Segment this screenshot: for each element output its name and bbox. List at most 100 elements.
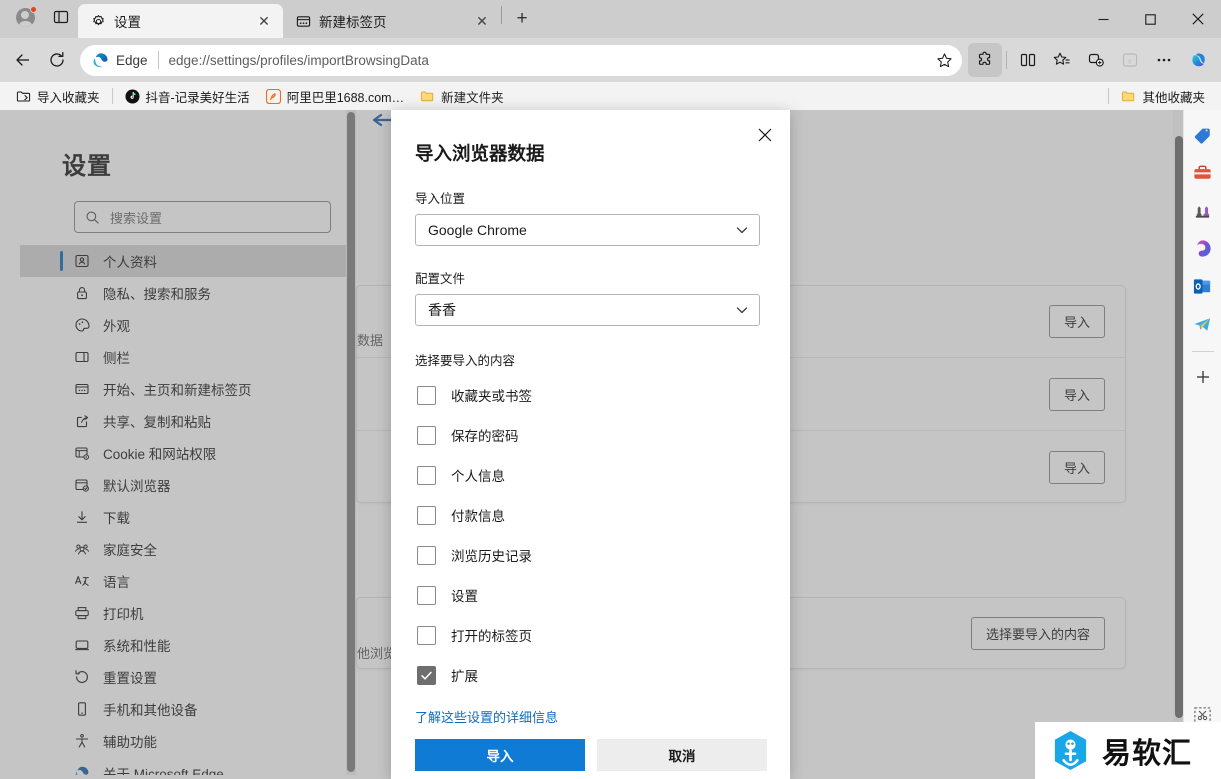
search-settings-input[interactable]: 搜索设置 bbox=[74, 201, 331, 233]
favorites-button[interactable] bbox=[1045, 43, 1079, 77]
profile-avatar-button[interactable] bbox=[8, 2, 42, 32]
sidebar-scrollbar-thumb[interactable] bbox=[347, 112, 355, 772]
checkbox-row-open-tabs[interactable]: 打开的标签页 bbox=[417, 615, 790, 655]
reload-icon bbox=[50, 51, 64, 67]
maximize-button[interactable] bbox=[1127, 0, 1174, 38]
checkbox[interactable] bbox=[417, 505, 436, 525]
copilot-button[interactable] bbox=[1181, 43, 1215, 77]
close-dialog-button[interactable] bbox=[750, 120, 780, 150]
checkbox-row-settings[interactable]: 设置 bbox=[417, 575, 790, 615]
confirm-import-button[interactable]: 导入 bbox=[415, 739, 585, 771]
sidebar-item-accessibility[interactable]: 辅助功能 bbox=[20, 725, 346, 757]
checkbox-row-passwords[interactable]: 保存的密码 bbox=[417, 415, 790, 455]
bookmark-douyin[interactable]: 抖音-记录美好生活 bbox=[117, 84, 258, 109]
select-items-label: 选择要导入的内容 bbox=[415, 354, 516, 368]
sidebar-item-about-edge[interactable]: 关于 Microsoft Edge bbox=[20, 757, 346, 775]
bookmark-other-favorites[interactable]: 其他收藏夹 bbox=[1113, 84, 1213, 109]
add-favorite-button[interactable] bbox=[930, 46, 958, 74]
gear-icon bbox=[93, 14, 104, 25]
choose-what-to-import-button[interactable]: 选择要导入的内容 bbox=[970, 616, 1105, 650]
sidebar-item-phone-devices[interactable]: 手机和其他设备 bbox=[20, 693, 346, 725]
sidebar-item-appearance[interactable]: 外观 bbox=[20, 309, 346, 341]
tab-settings[interactable]: 设置 ✕ bbox=[78, 4, 283, 38]
close-window-button[interactable] bbox=[1174, 0, 1221, 38]
sidebar-item-label: 重置设置 bbox=[103, 671, 157, 686]
import-button[interactable]: 导入 bbox=[1048, 305, 1105, 338]
sidebar-scrollbar[interactable] bbox=[346, 110, 356, 775]
address-bar[interactable]: Edge edge://settings/profiles/importBrow… bbox=[80, 44, 962, 76]
checkbox[interactable] bbox=[417, 425, 436, 445]
new-tab-button[interactable]: + bbox=[506, 4, 538, 34]
checkbox-row-favorites[interactable]: 收藏夹或书签 bbox=[417, 375, 790, 415]
copilot-icon bbox=[1191, 52, 1205, 66]
tab-title: 设置 bbox=[114, 15, 141, 30]
add-sidebar-app-button[interactable] bbox=[1187, 361, 1219, 393]
bookmark-new-folder[interactable]: 新建文件夹 bbox=[412, 84, 512, 109]
page-scrollbar[interactable] bbox=[1173, 110, 1183, 775]
tab-newtab[interactable]: 新建标签页 ✕ bbox=[283, 4, 501, 38]
sidebar-item-profile[interactable]: 个人资料 bbox=[20, 245, 346, 277]
telegram-icon[interactable] bbox=[1187, 308, 1219, 340]
page-scrollbar-thumb[interactable] bbox=[1175, 136, 1183, 718]
tab-close-button[interactable]: ✕ bbox=[253, 10, 275, 32]
minimize-button[interactable] bbox=[1080, 0, 1127, 38]
tab-actions-button[interactable] bbox=[44, 2, 78, 32]
games-icon[interactable] bbox=[1187, 194, 1219, 226]
sidebar-item-label: 默认浏览器 bbox=[103, 479, 171, 494]
checkbox-row-history[interactable]: 浏览历史记录 bbox=[417, 535, 790, 575]
download-icon bbox=[74, 509, 90, 525]
sidebar-item-cookies-permissions[interactable]: Cookie 和网站权限 bbox=[20, 437, 346, 469]
profile-select[interactable]: 香香 bbox=[415, 294, 760, 326]
ie-mode-button[interactable]: e bbox=[1113, 43, 1147, 77]
sidebar-item-sidebar[interactable]: 侧栏 bbox=[20, 341, 346, 373]
split-screen-button[interactable] bbox=[1011, 43, 1045, 77]
sidebar-item-share-copy-paste[interactable]: 共享、复制和粘贴 bbox=[20, 405, 346, 437]
sidebar-item-default-browser[interactable]: 默认浏览器 bbox=[20, 469, 346, 501]
checkbox-row-personal-info[interactable]: 个人信息 bbox=[417, 455, 790, 495]
more-options-button[interactable] bbox=[1147, 43, 1181, 77]
checkbox[interactable] bbox=[417, 545, 436, 565]
sidebar-item-privacy[interactable]: 隐私、搜索和服务 bbox=[20, 277, 346, 309]
sidebar-item-printers[interactable]: 打印机 bbox=[20, 597, 346, 629]
microsoft365-icon[interactable] bbox=[1187, 232, 1219, 264]
checkbox[interactable] bbox=[417, 465, 436, 485]
import-button[interactable]: 导入 bbox=[1048, 377, 1105, 411]
bookmarks-bar-right: 其他收藏夹 bbox=[1104, 84, 1213, 109]
chevron-down-icon bbox=[736, 227, 748, 234]
favorites-list-icon bbox=[1053, 52, 1070, 65]
sidebar-item-label: 隐私、搜索和服务 bbox=[103, 287, 211, 302]
sidebar-item-downloads[interactable]: 下载 bbox=[20, 501, 346, 533]
sidebar-item-system-performance[interactable]: 系统和性能 bbox=[20, 629, 346, 661]
checkbox[interactable] bbox=[417, 625, 436, 645]
checkbox[interactable] bbox=[417, 585, 436, 605]
learn-more-link[interactable]: 了解这些设置的详细信息 bbox=[415, 707, 558, 726]
outlook-icon[interactable] bbox=[1187, 270, 1219, 302]
tab-close-button[interactable]: ✕ bbox=[471, 10, 493, 32]
sidebar-item-languages[interactable]: 语言 bbox=[20, 565, 346, 597]
home-icon bbox=[74, 381, 90, 397]
extensions-button[interactable] bbox=[968, 43, 1002, 77]
reload-button[interactable] bbox=[40, 43, 74, 77]
import-source-select[interactable]: Google Chrome bbox=[415, 214, 760, 246]
shopping-tag-icon[interactable] bbox=[1187, 118, 1219, 150]
cancel-button[interactable]: 取消 bbox=[597, 739, 767, 771]
bookmark-alibaba[interactable]: 阿里巴里1688.com… bbox=[258, 84, 412, 109]
checkbox-row-payment-info[interactable]: 付款信息 bbox=[417, 495, 790, 535]
palette-icon bbox=[74, 317, 90, 333]
toolbox-icon[interactable] bbox=[1187, 156, 1219, 188]
sidebar-item-reset-settings[interactable]: 重置设置 bbox=[20, 661, 346, 693]
bookmark-import-favorites[interactable]: 导入收藏夹 bbox=[8, 84, 108, 109]
sidebar-item-family-safety[interactable]: 家庭安全 bbox=[20, 533, 346, 565]
checkbox-row-extensions[interactable]: 扩展 bbox=[417, 655, 790, 695]
sidebar-item-label: 打印机 bbox=[103, 607, 144, 622]
import-source-value: Google Chrome bbox=[428, 222, 527, 238]
checkbox[interactable] bbox=[417, 665, 436, 685]
profile-value: 香香 bbox=[428, 302, 456, 318]
cookie-icon bbox=[74, 445, 90, 461]
collections-button[interactable] bbox=[1079, 43, 1113, 77]
back-button[interactable] bbox=[6, 43, 40, 77]
import-button[interactable]: 导入 bbox=[1048, 450, 1105, 484]
sidebar-item-start-home-newtab[interactable]: 开始、主页和新建标签页 bbox=[20, 373, 346, 405]
checkbox[interactable] bbox=[417, 385, 436, 405]
checkbox-label: 打开的标签页 bbox=[451, 629, 532, 644]
